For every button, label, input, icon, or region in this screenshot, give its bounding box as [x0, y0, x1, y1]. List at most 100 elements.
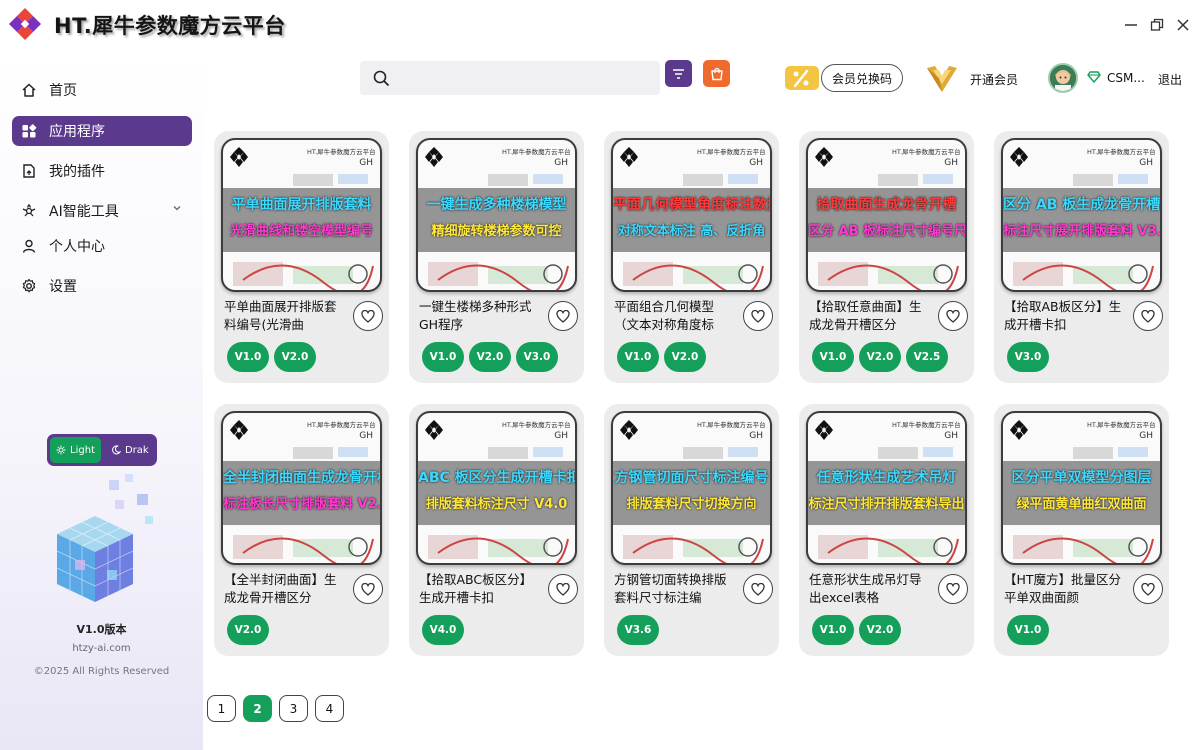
sidebar-item-apps[interactable]: 应用程序	[12, 116, 192, 146]
sidebar-item-plugins[interactable]: 我的插件	[12, 156, 192, 186]
version-button[interactable]: V3.0	[516, 342, 558, 372]
filter-button[interactable]	[665, 60, 692, 87]
favorite-button[interactable]	[938, 574, 968, 604]
app-thumbnail[interactable]: HT.犀牛参数魔方云平台 GH 全半封闭曲面生成龙骨开槽 标注板长尺寸排版套料 …	[221, 411, 382, 565]
cart-button[interactable]	[703, 60, 730, 87]
app-thumbnail[interactable]: HT.犀牛参数魔方云平台 GH 任意形状生成艺术吊灯 标注尺寸排开排版套料导出	[806, 411, 967, 565]
home-icon	[18, 79, 40, 101]
sidebar-item-label: 首页	[49, 83, 77, 99]
favorite-button[interactable]	[1133, 301, 1163, 331]
thumbnail-brand: HT.犀牛参数魔方云平台	[307, 421, 376, 429]
thumbnail-headline: 区分 AB 板生成龙骨开槽	[1003, 197, 1161, 213]
thumbnail-brand: HT.犀牛参数魔方云平台	[502, 148, 571, 156]
page-button[interactable]: 3	[279, 695, 308, 722]
page-button[interactable]: 2	[243, 695, 272, 722]
thumbnail-subline: 排版套料尺寸切换方向	[626, 497, 757, 512]
app-thumbnail[interactable]: HT.犀牛参数魔方云平台 GH 拾取曲面生成龙骨开槽 区分 AB 板标注尺寸编号…	[806, 138, 967, 292]
restore-button[interactable]	[1146, 14, 1168, 36]
app-thumbnail[interactable]: HT.犀牛参数魔方云平台 GH 平面几何模型角度标注数据 对称文本标注 高、反折…	[611, 138, 772, 292]
app-thumbnail[interactable]: HT.犀牛参数魔方云平台 GH ABC 板区分生成开槽卡扣 排版套料标注尺寸 V…	[416, 411, 577, 565]
logout-link[interactable]: 退出	[1158, 71, 1182, 88]
sidebar-item-label: 应用程序	[49, 124, 105, 140]
version-button[interactable]: V1.0	[812, 342, 854, 372]
apps-icon	[18, 120, 40, 142]
app-thumbnail[interactable]: HT.犀牛参数魔方云平台 GH 平单曲面展开排版套料 光滑曲线和镂空模型编号	[221, 138, 382, 292]
moon-icon	[112, 445, 121, 455]
version-button[interactable]: V2.0	[274, 342, 316, 372]
redeem-code-button[interactable]: 会员兑换码	[821, 64, 903, 92]
favorite-button[interactable]	[548, 301, 578, 331]
version-button[interactable]: V1.0	[422, 342, 464, 372]
app-card-title: 任意形状生成吊灯导出excel表格	[809, 572, 922, 605]
version-list: V1.0 V2.0 V3.0	[422, 342, 558, 372]
close-button[interactable]	[1172, 14, 1194, 36]
version-button[interactable]: V4.0	[422, 615, 464, 645]
thumbnail-gh-label: GH	[944, 431, 958, 441]
app-card[interactable]: HT.犀牛参数魔方云平台 GH 平面几何模型角度标注数据 对称文本标注 高、反折…	[604, 131, 779, 383]
version-button[interactable]: V3.6	[617, 615, 659, 645]
minimize-button[interactable]	[1120, 14, 1142, 36]
thumbnail-gh-label: GH	[359, 431, 373, 441]
app-thumbnail[interactable]: HT.犀牛参数魔方云平台 GH 区分平单双模型分图层 绿平面黄单曲红双曲面	[1001, 411, 1162, 565]
sidebar-item-label: 设置	[49, 279, 77, 295]
app-card[interactable]: HT.犀牛参数魔方云平台 GH 一键生成多种楼梯模型 精细旋转楼梯参数可控 一键…	[409, 131, 584, 383]
version-button[interactable]: V2.5	[906, 342, 948, 372]
theme-toggle[interactable]: Light Drak	[47, 434, 157, 466]
sidebar-item-home[interactable]: 首页	[12, 75, 192, 105]
favorite-button[interactable]	[938, 301, 968, 331]
version-button[interactable]: V1.0	[812, 615, 854, 645]
coupon-icon[interactable]	[784, 64, 820, 92]
version-button[interactable]: V2.0	[227, 615, 269, 645]
favorite-button[interactable]	[353, 574, 383, 604]
app-card[interactable]: HT.犀牛参数魔方云平台 GH 平单曲面展开排版套料 光滑曲线和镂空模型编号 平…	[214, 131, 389, 383]
app-card[interactable]: HT.犀牛参数魔方云平台 GH 全半封闭曲面生成龙骨开槽 标注板长尺寸排版套料 …	[214, 404, 389, 656]
version-button[interactable]: V1.0	[227, 342, 269, 372]
page-button[interactable]: 1	[207, 695, 236, 722]
theme-dark-option[interactable]: Drak	[105, 437, 155, 463]
app-card[interactable]: HT.犀牛参数魔方云平台 GH 方钢管切面尺寸标注编号 排版套料尺寸切换方向 方…	[604, 404, 779, 656]
version-button[interactable]: V2.0	[859, 342, 901, 372]
version-button[interactable]: V3.0	[1007, 342, 1049, 372]
version-button[interactable]: V2.0	[664, 342, 706, 372]
vip-crown-icon[interactable]	[925, 62, 959, 94]
favorite-button[interactable]	[743, 574, 773, 604]
thumbnail-headline: 全半封闭曲面生成龙骨开槽	[223, 470, 382, 486]
sidebar-item-profile[interactable]: 个人中心	[12, 231, 192, 261]
open-vip-link[interactable]: 开通会员	[970, 71, 1018, 88]
sidebar-item-settings[interactable]: 设置	[12, 271, 192, 301]
sidebar-item-ai-tools[interactable]: AI智能工具	[12, 196, 192, 226]
app-thumbnail[interactable]: HT.犀牛参数魔方云平台 GH 区分 AB 板生成龙骨开槽 标注尺寸展开排版套料…	[1001, 138, 1162, 292]
app-card[interactable]: HT.犀牛参数魔方云平台 GH 区分平单双模型分图层 绿平面黄单曲红双曲面 【H…	[994, 404, 1169, 656]
thumbnail-subline: 区分 AB 板标注尺寸编号尺寸 V1.0	[808, 224, 967, 239]
app-card[interactable]: HT.犀牛参数魔方云平台 GH 拾取曲面生成龙骨开槽 区分 AB 板标注尺寸编号…	[799, 131, 974, 383]
vip-diamond-icon	[1087, 71, 1101, 83]
favorite-button[interactable]	[353, 301, 383, 331]
version-button[interactable]: V1.0	[1007, 615, 1049, 645]
favorite-button[interactable]	[743, 301, 773, 331]
version-button[interactable]: V1.0	[617, 342, 659, 372]
grasshopper-logo-icon	[230, 420, 248, 440]
page-button[interactable]: 4	[315, 695, 344, 722]
thumbnail-subline: 标注板长尺寸排版套料 V2.0	[223, 497, 382, 512]
sun-icon	[56, 445, 66, 455]
app-card[interactable]: HT.犀牛参数魔方云平台 GH 任意形状生成艺术吊灯 标注尺寸排开排版套料导出 …	[799, 404, 974, 656]
app-thumbnail[interactable]: HT.犀牛参数魔方云平台 GH 方钢管切面尺寸标注编号 排版套料尺寸切换方向	[611, 411, 772, 565]
avatar[interactable]	[1048, 63, 1078, 93]
app-card-title: 平面组合几何模型（文本对称角度标	[614, 299, 715, 332]
version-button[interactable]: V2.0	[859, 615, 901, 645]
search-input[interactable]	[400, 70, 640, 86]
app-thumbnail[interactable]: HT.犀牛参数魔方云平台 GH 一键生成多种楼梯模型 精细旋转楼梯参数可控	[416, 138, 577, 292]
app-card[interactable]: HT.犀牛参数魔方云平台 GH 区分 AB 板生成龙骨开槽 标注尺寸展开排版套料…	[994, 131, 1169, 383]
username[interactable]: CSM...	[1107, 71, 1145, 85]
favorite-button[interactable]	[1133, 574, 1163, 604]
thumbnail-gh-label: GH	[944, 158, 958, 168]
app-card[interactable]: HT.犀牛参数魔方云平台 GH ABC 板区分生成开槽卡扣 排版套料标注尺寸 V…	[409, 404, 584, 656]
search-box[interactable]	[360, 61, 660, 95]
grasshopper-logo-icon	[425, 147, 443, 167]
favorite-button[interactable]	[548, 574, 578, 604]
thumbnail-brand: HT.犀牛参数魔方云平台	[1087, 148, 1156, 156]
version-button[interactable]: V2.0	[469, 342, 511, 372]
thumbnail-headline: 区分平单双模型分图层	[1011, 470, 1152, 486]
heart-icon	[556, 309, 570, 323]
theme-light-option[interactable]: Light	[50, 437, 101, 463]
